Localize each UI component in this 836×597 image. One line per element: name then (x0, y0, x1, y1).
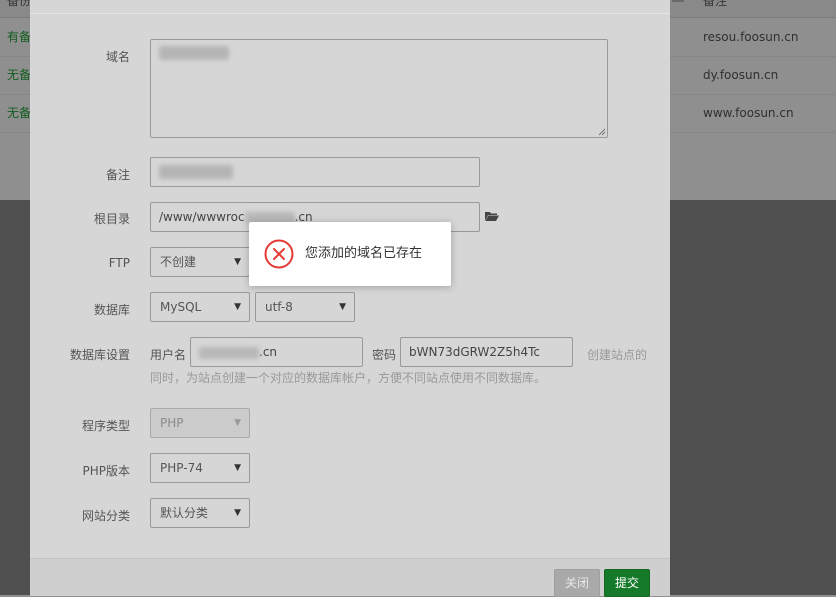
charset-select[interactable]: utf-8 ▼ (255, 292, 355, 322)
modal-footer: 关闭 提交 (30, 558, 670, 597)
database-selected: MySQL (160, 300, 202, 314)
submit-button[interactable]: 提交 (604, 569, 650, 597)
db-hint-part1: 创建站点的 (587, 348, 648, 362)
db-user-suffix: .cn (259, 345, 278, 359)
toast-message: 您添加的域名已存在 (305, 246, 423, 261)
db-user-input[interactable]: .cn (190, 337, 363, 367)
chevron-down-icon: ▼ (234, 418, 241, 428)
db-password-value: bWN73dGRW2Z5h4Tc (409, 345, 540, 359)
site-category-selected: 默认分类 (160, 506, 209, 520)
resize-handle-icon[interactable] (598, 128, 606, 136)
blurred-remark (159, 165, 233, 179)
chevron-down-icon: ▼ (234, 302, 241, 312)
db-settings-label: 数据库设置 (69, 348, 130, 362)
php-version-select[interactable]: PHP-74 ▼ (150, 453, 250, 483)
add-site-modal: 域名 备注 根目录 /www/wwwroc .cn FTP 不创建 ▼ 数据库 M… (30, 0, 670, 597)
php-version-selected: PHP-74 (160, 461, 203, 475)
ftp-select[interactable]: 不创建 ▼ (150, 247, 250, 277)
close-button[interactable]: 关闭 (554, 569, 600, 597)
root-dir-label: 根目录 (93, 212, 130, 226)
remark-input[interactable] (150, 157, 480, 187)
ftp-label: FTP (108, 256, 130, 270)
ftp-selected: 不创建 (160, 255, 197, 269)
domain-textarea[interactable] (150, 39, 608, 138)
error-toast: 您添加的域名已存在 (249, 222, 451, 286)
db-hint-part2: 同时，为站点创建一个对应的数据库帐户，方便不同站点使用不同数据库。 (150, 371, 547, 385)
folder-open-icon[interactable] (485, 211, 499, 221)
php-version-label: PHP版本 (82, 464, 131, 478)
db-user-label: 用户名 (150, 348, 187, 362)
program-type-label: 程序类型 (81, 419, 130, 433)
program-type-selected: PHP (160, 416, 184, 430)
chevron-down-icon: ▼ (234, 257, 241, 267)
modal-title-divider (30, 13, 670, 14)
site-category-label: 网站分类 (81, 509, 130, 523)
chevron-down-icon: ▼ (234, 463, 241, 473)
database-select[interactable]: MySQL ▼ (150, 292, 250, 322)
domain-label: 域名 (105, 50, 130, 64)
database-label: 数据库 (93, 303, 130, 317)
chevron-down-icon: ▼ (234, 508, 241, 518)
error-circle-icon (264, 239, 294, 269)
remark-label: 备注 (105, 168, 130, 182)
charset-selected: utf-8 (265, 300, 293, 314)
program-type-select: PHP ▼ (150, 408, 250, 438)
db-password-label: 密码 (372, 348, 397, 362)
blurred-domain (159, 46, 229, 60)
site-category-select[interactable]: 默认分类 ▼ (150, 498, 250, 528)
db-password-input[interactable]: bWN73dGRW2Z5h4Tc (400, 337, 573, 367)
root-dir-prefix: /www/wwwroc (159, 210, 245, 224)
chevron-down-icon: ▼ (339, 302, 346, 312)
blurred-db-user (199, 346, 259, 359)
